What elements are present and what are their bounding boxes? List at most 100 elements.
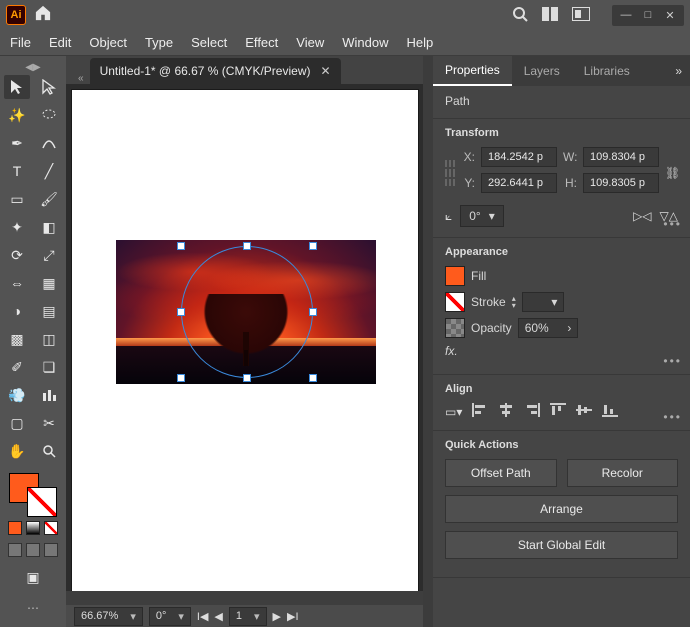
- chevron-down-icon[interactable]: ▾: [489, 209, 495, 223]
- link-wh-icon[interactable]: ⛓︎: [665, 166, 680, 180]
- panel-menu-icon[interactable]: »: [675, 64, 690, 78]
- artboard-tool-icon[interactable]: ▢: [4, 411, 30, 435]
- tool-panel-toggle-icon[interactable]: ◀▶: [19, 62, 46, 73]
- direct-selection-tool-icon[interactable]: [36, 75, 62, 99]
- shape-builder-tool-icon[interactable]: ◑: [4, 299, 30, 323]
- draw-behind-icon[interactable]: [26, 543, 40, 557]
- symbol-sprayer-tool-icon[interactable]: 💨: [4, 383, 30, 407]
- curvature-tool-icon[interactable]: [36, 131, 62, 155]
- edit-toolbar-icon[interactable]: ⋯: [21, 595, 45, 621]
- menu-type[interactable]: Type: [145, 35, 173, 50]
- fill-color-swatch[interactable]: [445, 266, 465, 286]
- more-options-icon[interactable]: •••: [663, 410, 682, 424]
- resize-handle-icon[interactable]: [177, 242, 185, 250]
- line-tool-icon[interactable]: ╱: [36, 159, 62, 183]
- menu-select[interactable]: Select: [191, 35, 227, 50]
- color-mode-icon[interactable]: [8, 521, 22, 535]
- flip-horizontal-icon[interactable]: ▷◁: [633, 209, 651, 223]
- align-top-icon[interactable]: [550, 403, 566, 420]
- opacity-swatch-icon[interactable]: [445, 318, 465, 338]
- menu-file[interactable]: File: [10, 35, 31, 50]
- reference-point-icon[interactable]: [445, 160, 455, 186]
- stroke-weight-field[interactable]: ▾: [522, 292, 565, 312]
- rotate-view-field[interactable]: 0°: [149, 607, 191, 626]
- selection-bounding-box[interactable]: [181, 246, 313, 378]
- rotate-field[interactable]: 0°▾: [460, 205, 504, 227]
- stroke-weight-stepper[interactable]: ▴▾: [512, 295, 516, 309]
- chevron-right-icon[interactable]: ›: [567, 321, 571, 335]
- x-field[interactable]: 184.2542 p: [481, 147, 557, 167]
- chevron-down-icon[interactable]: ▾: [551, 295, 557, 309]
- resize-handle-icon[interactable]: [309, 308, 317, 316]
- tab-layers[interactable]: Layers: [512, 56, 572, 86]
- scale-tool-icon[interactable]: ⤢: [36, 243, 62, 267]
- arrange-button[interactable]: Arrange: [445, 495, 678, 523]
- eyedropper-tool-icon[interactable]: ✐: [4, 355, 30, 379]
- draw-normal-icon[interactable]: [8, 543, 22, 557]
- column-graph-tool-icon[interactable]: [36, 383, 62, 407]
- resize-handle-icon[interactable]: [309, 242, 317, 250]
- free-transform-tool-icon[interactable]: ▦: [36, 271, 62, 295]
- align-vcenter-icon[interactable]: [576, 403, 592, 420]
- align-left-icon[interactable]: [472, 403, 488, 420]
- menu-effect[interactable]: Effect: [245, 35, 278, 50]
- perspective-grid-tool-icon[interactable]: ▤: [36, 299, 62, 323]
- recolor-button[interactable]: Recolor: [567, 459, 679, 487]
- stroke-color-swatch[interactable]: [445, 292, 465, 312]
- workspace-switcher-icon[interactable]: [572, 7, 590, 24]
- tab-close-icon[interactable]: ✕: [320, 64, 330, 78]
- maximize-icon[interactable]: □: [642, 9, 654, 22]
- resize-handle-icon[interactable]: [309, 374, 317, 382]
- resize-handle-icon[interactable]: [177, 308, 185, 316]
- align-hcenter-icon[interactable]: [498, 403, 514, 420]
- artboard-prev-icon[interactable]: ◀: [214, 610, 222, 623]
- more-options-icon[interactable]: •••: [663, 217, 682, 231]
- artboard-nav-field[interactable]: 1: [229, 607, 267, 626]
- document-tab[interactable]: Untitled-1* @ 66.67 % (CMYK/Preview) ✕: [90, 58, 341, 84]
- rectangle-tool-icon[interactable]: ▭: [4, 187, 30, 211]
- tab-libraries[interactable]: Libraries: [572, 56, 642, 86]
- fx-label[interactable]: fx.: [445, 344, 458, 358]
- resize-handle-icon[interactable]: [243, 242, 251, 250]
- stroke-swatch-icon[interactable]: [27, 487, 57, 517]
- blend-tool-icon[interactable]: ❏: [36, 355, 62, 379]
- align-bottom-icon[interactable]: [602, 403, 618, 420]
- type-tool-icon[interactable]: T: [4, 159, 30, 183]
- fill-stroke-swatch[interactable]: [9, 473, 57, 517]
- y-field[interactable]: 292.6441 p: [481, 173, 557, 193]
- zoom-tool-icon[interactable]: [36, 439, 62, 463]
- eraser-tool-icon[interactable]: ◧: [36, 215, 62, 239]
- draw-inside-icon[interactable]: [44, 543, 58, 557]
- opacity-field[interactable]: 60% ›: [518, 318, 579, 338]
- zoom-level-field[interactable]: 66.67%: [74, 607, 143, 626]
- gradient-mode-icon[interactable]: [26, 521, 40, 535]
- menu-view[interactable]: View: [296, 35, 324, 50]
- pen-tool-icon[interactable]: ✒: [4, 131, 30, 155]
- align-right-icon[interactable]: [524, 403, 540, 420]
- more-options-icon[interactable]: •••: [663, 354, 682, 368]
- slice-tool-icon[interactable]: ✂: [36, 411, 62, 435]
- search-icon[interactable]: [512, 6, 528, 25]
- screen-mode-icon[interactable]: ▣: [20, 565, 46, 589]
- artboard[interactable]: [72, 90, 418, 591]
- start-global-edit-button[interactable]: Start Global Edit: [445, 531, 678, 559]
- hand-tool-icon[interactable]: ✋: [4, 439, 30, 463]
- resize-handle-icon[interactable]: [243, 374, 251, 382]
- panel-collapse-handle[interactable]: [423, 56, 433, 627]
- tab-scroll-icon[interactable]: «: [72, 73, 90, 84]
- gradient-tool-icon[interactable]: ◫: [36, 327, 62, 351]
- resize-handle-icon[interactable]: [177, 374, 185, 382]
- menu-object[interactable]: Object: [89, 35, 127, 50]
- shaper-tool-icon[interactable]: ✦: [4, 215, 30, 239]
- tab-properties[interactable]: Properties: [433, 56, 512, 86]
- lasso-tool-icon[interactable]: [36, 103, 62, 127]
- menu-window[interactable]: Window: [342, 35, 388, 50]
- canvas[interactable]: [66, 84, 423, 591]
- horizontal-scrollbar[interactable]: [66, 591, 423, 605]
- menu-edit[interactable]: Edit: [49, 35, 71, 50]
- rotate-tool-icon[interactable]: ⟳: [4, 243, 30, 267]
- width-tool-icon[interactable]: ⇔: [4, 271, 30, 295]
- artboard-next-icon[interactable]: ▶: [273, 610, 281, 623]
- artboard-next-last-icon[interactable]: ▶I: [287, 610, 299, 623]
- offset-path-button[interactable]: Offset Path: [445, 459, 557, 487]
